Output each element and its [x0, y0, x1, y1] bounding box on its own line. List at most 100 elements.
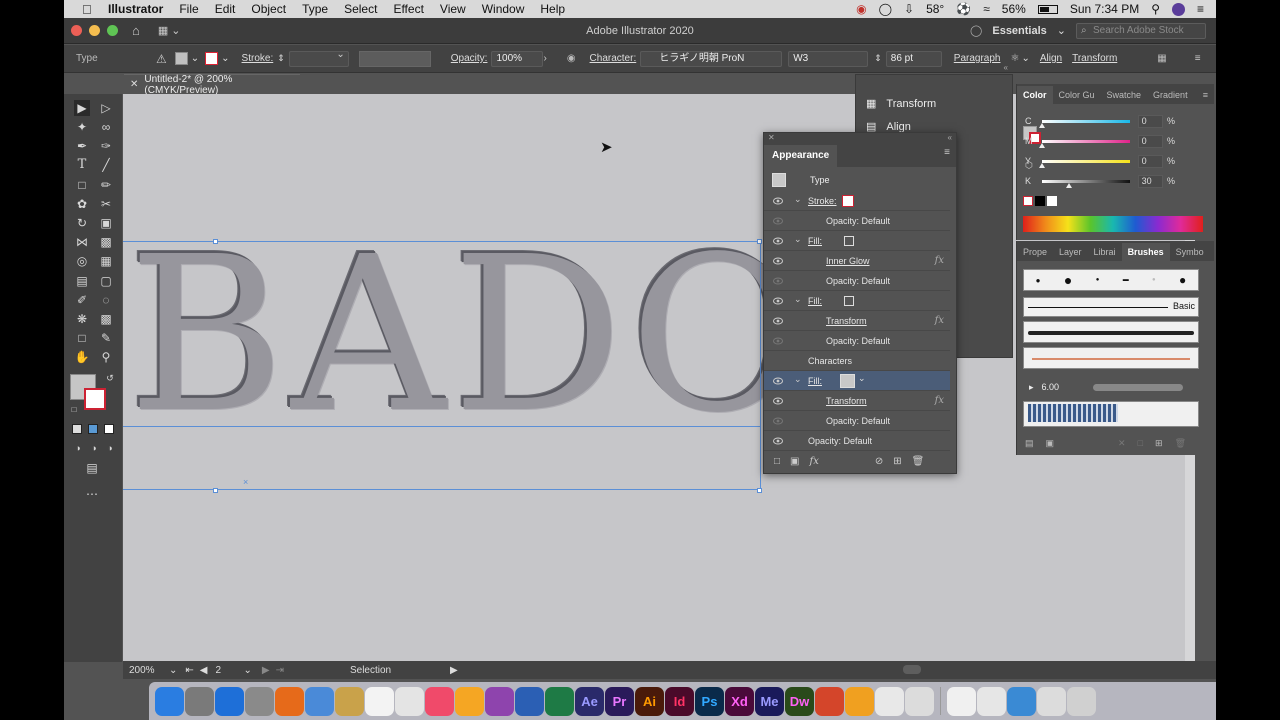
dock-app-icon[interactable] — [545, 686, 574, 716]
black-swatch[interactable] — [1035, 196, 1045, 206]
menu-window[interactable]: Window — [482, 2, 525, 16]
draw-normal-icon[interactable]: ◑ — [70, 440, 86, 456]
dock-app-icon[interactable]: Ae — [575, 686, 604, 716]
channel-slider-knob[interactable] — [1039, 142, 1046, 148]
stroke-weight-stepper[interactable]: ⇕ — [277, 53, 285, 64]
screen-mode-icon[interactable]: ▤ — [84, 460, 100, 476]
home-icon[interactable]: ⌂ — [132, 23, 140, 38]
channel-slider-track[interactable] — [1042, 179, 1130, 188]
add-stroke-icon[interactable]: □ — [774, 456, 780, 467]
effect-fx-icon[interactable]: fx — [935, 255, 944, 266]
appearance-row[interactable]: Opacity: Default — [764, 331, 950, 351]
menu-app[interactable]: Illustrator — [108, 2, 163, 16]
appearance-tab[interactable]: Appearance — [764, 145, 838, 167]
align-label[interactable]: Align — [1040, 53, 1062, 64]
type-tool-icon[interactable]: T — [74, 157, 90, 173]
brushes-panel-menu-icon[interactable]: ≡ — [1210, 243, 1217, 261]
brush-dots-row[interactable]: ● ● ● ▬ ● ● — [1023, 269, 1199, 291]
visibility-eye-icon[interactable] — [773, 197, 783, 205]
brush-dot-6[interactable]: ● — [1179, 273, 1186, 287]
appearance-row[interactable]: Characters — [764, 351, 950, 371]
brush-dot-1[interactable]: ● — [1036, 276, 1041, 285]
tab-brushes[interactable]: Brushes — [1121, 243, 1170, 261]
dock-app-icon[interactable] — [245, 686, 274, 716]
dock-app-icon[interactable] — [365, 686, 394, 716]
dock-app-icon[interactable] — [875, 686, 904, 716]
artboard-number[interactable]: 2 — [215, 665, 243, 676]
brush-charcoal[interactable] — [1023, 321, 1199, 343]
line-tool-icon[interactable]: ╱ — [98, 157, 114, 173]
shape-builder-tool-icon[interactable]: ◎ — [74, 253, 90, 269]
stock-search-input[interactable]: Search Adobe Stock — [1076, 22, 1206, 39]
appearance-row[interactable]: ⌄ Fill: ⌄ — [764, 371, 950, 391]
dock-app-icon[interactable]: Id — [665, 686, 694, 716]
appearance-row-label[interactable]: Transform — [826, 396, 867, 406]
visibility-eye-icon[interactable] — [773, 297, 783, 305]
channel-slider-knob[interactable] — [1039, 122, 1046, 128]
stroke-label[interactable]: Stroke: — [242, 53, 274, 64]
dock-app-icon[interactable] — [947, 686, 976, 716]
artboard-dropdown-icon[interactable]: ⌄ — [243, 665, 251, 676]
appearance-swatch[interactable] — [840, 374, 855, 388]
brush-arrow[interactable] — [1023, 347, 1199, 369]
channel-slider-knob[interactable] — [1039, 162, 1046, 168]
eyedropper-tool-icon[interactable]: ✐ — [74, 292, 90, 308]
magic-wand-tool-icon[interactable]: ✦ — [74, 119, 90, 135]
channel-value-field[interactable]: 0 — [1137, 114, 1163, 128]
opacity-label[interactable]: Opacity: — [451, 53, 488, 64]
default-colors-icon[interactable]: □ — [66, 402, 82, 418]
draw-behind-icon[interactable]: ◑ — [86, 440, 102, 456]
font-style-field[interactable]: W3 — [788, 50, 869, 67]
wifi-icon[interactable]: ≈ — [983, 2, 990, 16]
appearance-row[interactable]: ⌄ Fill: — [764, 231, 950, 251]
close-panel-icon[interactable]: ✕ — [768, 133, 775, 142]
delete-item-icon[interactable]: 🗑 — [912, 456, 925, 467]
tab-color[interactable]: Color — [1017, 86, 1053, 104]
brush-dot-3[interactable]: ● — [1096, 277, 1100, 283]
menu-select[interactable]: Select — [344, 2, 377, 16]
visibility-eye-icon[interactable] — [773, 217, 783, 225]
brush-pattern[interactable] — [1023, 401, 1199, 427]
brush-basic[interactable]: Basic — [1023, 297, 1199, 317]
document-tab-title[interactable]: Untitled-2* @ 200% (CMYK/Preview) — [144, 74, 300, 96]
tab-symbols[interactable]: Symbo — [1170, 243, 1210, 261]
color-spectrum[interactable] — [1023, 216, 1203, 232]
slice-tool-icon[interactable]: ✎ — [98, 330, 114, 346]
lightbulb-icon[interactable]: ◯ — [970, 24, 982, 37]
expand-chevron-icon[interactable]: ⌄ — [794, 294, 802, 305]
clock[interactable]: Sun 7:34 PM — [1070, 2, 1139, 16]
cc-icon[interactable]: ◯ — [879, 2, 892, 16]
weather-temp[interactable]: 58° — [926, 2, 944, 16]
appearance-row[interactable]: Opacity: Default — [764, 211, 950, 231]
color-mode-icon[interactable] — [72, 424, 82, 434]
dock-app-icon[interactable] — [1007, 686, 1036, 716]
status-info[interactable]: Selection — [350, 665, 450, 676]
brush-library-menu-icon[interactable]: ▣ — [1046, 438, 1055, 449]
dock-app-icon[interactable] — [905, 686, 934, 716]
last-artboard-icon[interactable]: ⇥ — [276, 665, 284, 676]
swap-colors-icon[interactable]: ↺ — [102, 370, 118, 386]
spotlight-icon[interactable]: ⚲ — [1151, 2, 1160, 16]
brush-dot-5[interactable]: ● — [1152, 277, 1156, 283]
curvature-tool-icon[interactable]: ✑ — [98, 138, 114, 154]
artboard-tool-icon[interactable]: □ — [74, 330, 90, 346]
hand-tool-icon[interactable]: ✋ — [74, 349, 90, 365]
battery-icon[interactable] — [1037, 4, 1058, 14]
cmyk-slider-row[interactable]: M 0% — [1025, 134, 1175, 148]
opacity-arrow-icon[interactable]: › — [543, 53, 546, 64]
duplicate-item-icon[interactable]: ⊞ — [893, 456, 901, 467]
brush-libraries-icon[interactable]: ▤ — [1025, 438, 1034, 449]
dock-app-icon[interactable] — [845, 686, 874, 716]
menu-file[interactable]: File — [179, 2, 198, 16]
rectangle-tool-icon[interactable]: □ — [74, 177, 90, 193]
zoom-dropdown-icon[interactable]: ⌄ — [169, 665, 177, 676]
visibility-eye-icon[interactable] — [773, 377, 783, 385]
record-icon[interactable]: ◉ — [856, 2, 866, 16]
clear-appearance-icon[interactable]: ⊘ — [875, 456, 883, 467]
stroke-weight-dropdown[interactable] — [288, 49, 349, 67]
zoom-level[interactable]: 200% — [129, 665, 169, 676]
dock-app-icon[interactable] — [977, 686, 1006, 716]
appearance-row[interactable]: Inner Glow fx — [764, 251, 950, 271]
menu-object[interactable]: Object — [251, 2, 286, 16]
dock-app-icon[interactable] — [215, 686, 244, 716]
